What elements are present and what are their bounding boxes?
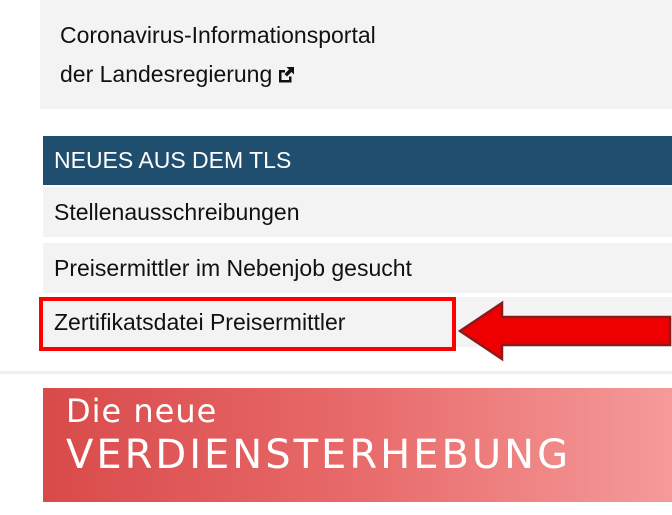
news-item-preisermittler-nebenjob[interactable]: Preisermittler im Nebenjob gesucht <box>43 243 672 293</box>
portal-link-line1: Coronavirus-Informationsportal <box>60 22 376 48</box>
divider <box>0 371 672 374</box>
banner-title-line2: VERDIENSTERHEBUNG <box>66 432 572 478</box>
section-header-news: NEUES AUS DEM TLS <box>43 136 672 185</box>
coronavirus-portal-link[interactable]: Coronavirus-Informationsportal der Lande… <box>60 16 376 97</box>
portal-link-line2-wrap: der Landesregierung <box>60 55 376 97</box>
banner-title-line1: Die neue <box>66 392 218 430</box>
verdiensterhebung-banner[interactable]: Die neue VERDIENSTERHEBUNG <box>43 388 672 502</box>
divider <box>43 293 672 295</box>
arrow-left-icon <box>457 299 672 363</box>
portal-link-line2: der Landesregierung <box>60 61 273 87</box>
news-item-stellenausschreibungen[interactable]: Stellenausschreibungen <box>43 187 672 237</box>
external-link-icon <box>276 58 296 97</box>
divider <box>43 237 672 239</box>
highlight-box <box>39 297 456 351</box>
